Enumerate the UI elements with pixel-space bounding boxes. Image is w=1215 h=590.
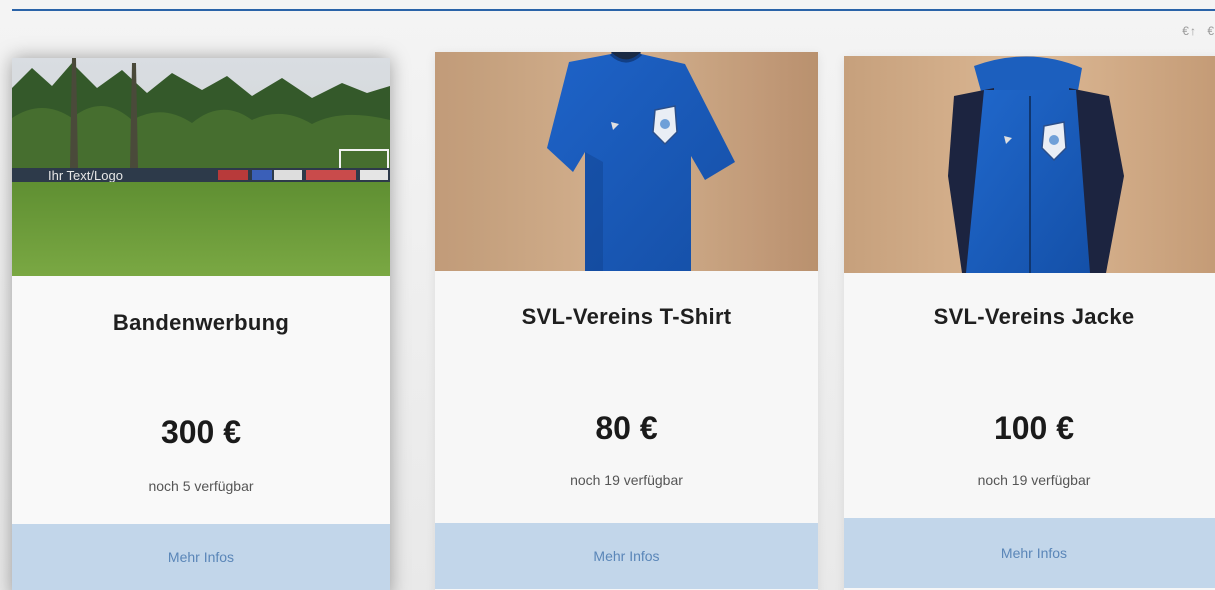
product-stock: noch 19 verfügbar [977, 472, 1091, 488]
product-title: SVL-Vereins Jacke [933, 304, 1135, 329]
product-stock: noch 19 verfügbar [570, 472, 683, 488]
product-card-tshirt[interactable]: SVL-Vereins T-Shirt 80 € noch 19 verfügb… [435, 52, 818, 590]
product-price: 100 € [993, 410, 1075, 446]
top-divider [12, 9, 1215, 11]
product-image-tshirt[interactable] [435, 52, 818, 271]
product-title: SVL-Vereins T-Shirt [521, 304, 732, 329]
sort-price-desc-button[interactable]: € [1207, 24, 1215, 38]
product-price: 80 € [595, 410, 658, 446]
sort-price-asc-button[interactable]: €↑ [1182, 24, 1197, 38]
more-info-button[interactable]: Mehr Infos [435, 523, 818, 589]
product-stock: noch 5 verfügbar [148, 478, 254, 494]
more-info-button[interactable]: Mehr Infos [844, 518, 1215, 588]
product-image-field[interactable]: Ihr Text/Logo [12, 58, 390, 276]
more-info-button[interactable]: Mehr Infos [12, 524, 390, 590]
product-card-jacke[interactable]: SVL-Vereins Jacke 100 € noch 19 verfügba… [844, 56, 1215, 590]
banner-placeholder-text: Ihr Text/Logo [48, 168, 123, 183]
product-image-jacke[interactable] [844, 56, 1215, 273]
product-price: 300 € [160, 414, 242, 450]
product-card-bandenwerbung[interactable]: Ihr Text/Logo Bandenwerbung 300 € noch 5… [12, 58, 390, 590]
product-grid-page: €↑ € Ihr Text/Logo Bandenwerbung 300 € n… [0, 0, 1215, 590]
sort-controls: €↑ € [1176, 24, 1215, 38]
product-title: Bandenwerbung [112, 310, 290, 335]
